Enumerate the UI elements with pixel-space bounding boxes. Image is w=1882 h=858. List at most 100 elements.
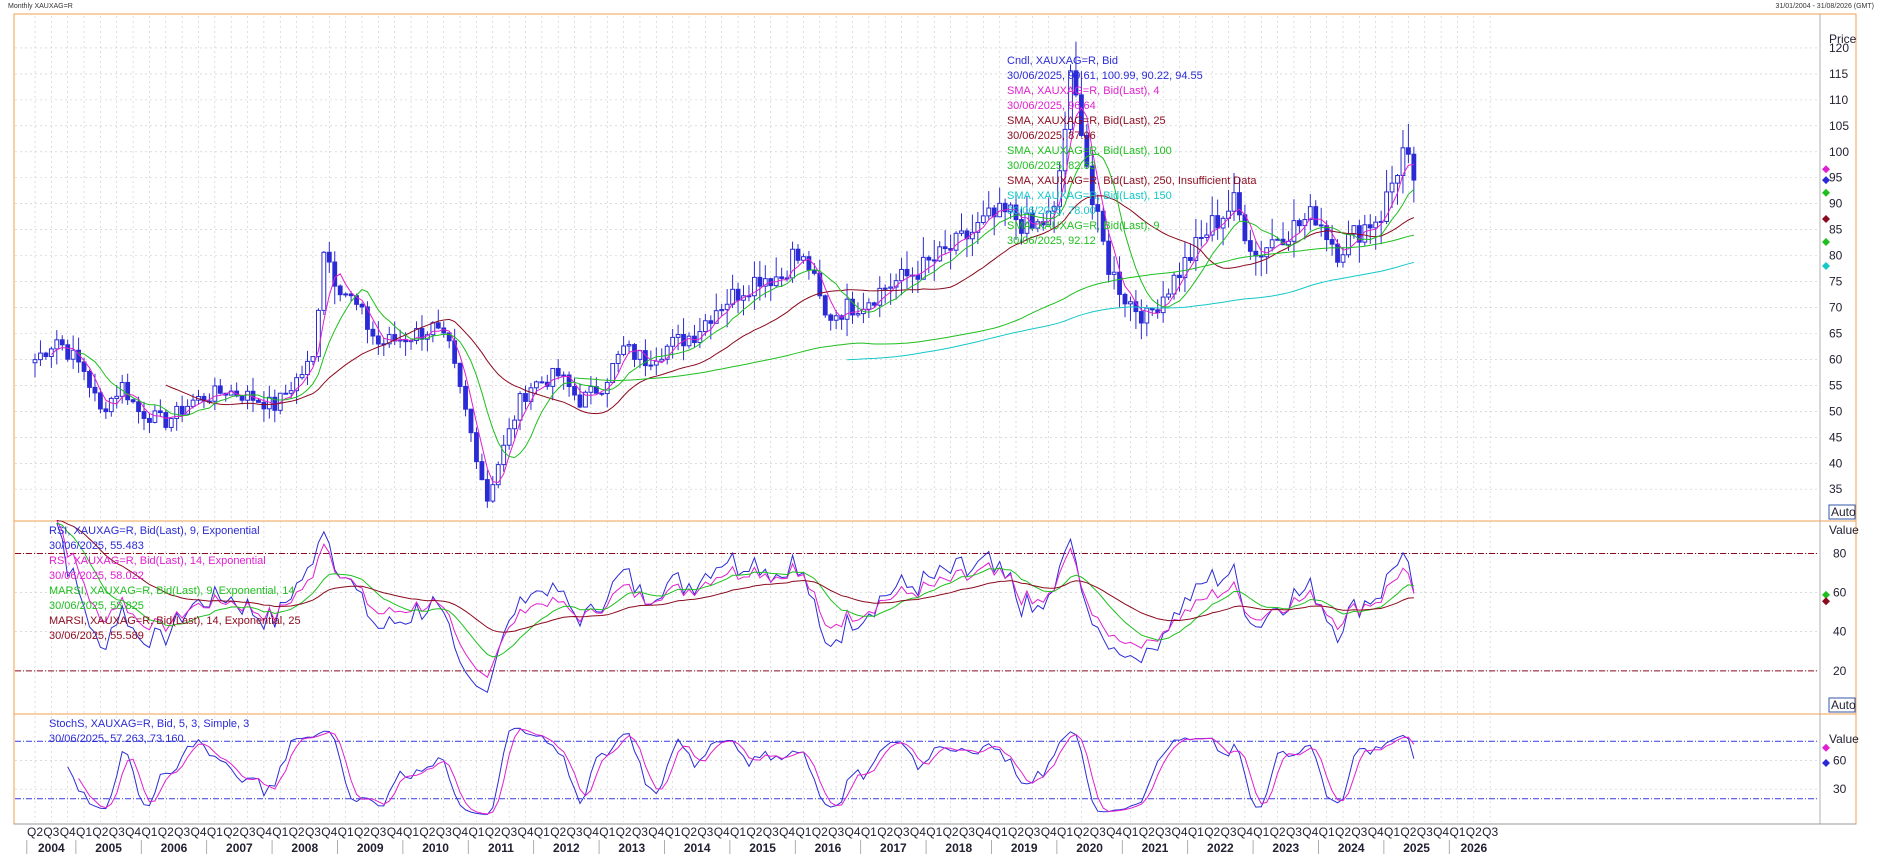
quarter-label: Q1 (1122, 825, 1138, 839)
candle-body (97, 392, 103, 410)
quarter-label: Q1 (76, 825, 92, 839)
candle-body (261, 401, 267, 410)
quarter-label: Q2 (1466, 825, 1482, 839)
price-tick-label: 105 (1829, 119, 1849, 133)
candle-body (125, 381, 131, 401)
candle-body (92, 386, 98, 394)
candle-body (463, 385, 468, 410)
quarter-label: Q3 (697, 825, 713, 839)
quarter-label: Q3 (43, 825, 59, 839)
candle-body (986, 207, 992, 217)
year-label: 2010 (422, 841, 449, 855)
quarter-label: Q3 (370, 825, 386, 839)
price-legend-entry: 30/06/2025, 99.61, 100.99, 90.22, 94.55 (1007, 70, 1203, 82)
price-legend-entry: SMA, XAUXAG=R, Bid(Last), 250, Insuffici… (1007, 175, 1257, 187)
quarter-label: Q3 (501, 825, 517, 839)
year-label: 2007 (226, 841, 253, 855)
candle-body (653, 360, 659, 366)
quarter-label: Q1 (534, 825, 550, 839)
quarter-label: Q1 (272, 825, 288, 839)
quarter-label: Q4 (1106, 825, 1122, 839)
price-tick-label: 90 (1829, 197, 1843, 211)
quarter-label: Q2 (27, 825, 43, 839)
stoch-tick-label: 60 (1833, 753, 1847, 767)
price-panel-frame (13, 13, 1857, 522)
rsi-legend-entry: MARSI, XAUXAG=R, Bid(Last), 9, Exponenti… (49, 585, 294, 597)
candle-body (326, 251, 332, 263)
quarter-label: Q4 (125, 825, 141, 839)
candles[interactable] (32, 41, 1417, 508)
candle-body (561, 374, 567, 377)
quarter-label: Q4 (60, 825, 76, 839)
year-label: 2024 (1338, 841, 1365, 855)
quarter-label: Q4 (517, 825, 533, 839)
candle-body (953, 232, 959, 251)
rsi-lines[interactable] (56, 520, 1415, 694)
candle-body (1149, 307, 1155, 311)
candle-body (359, 303, 365, 308)
candle-body (310, 356, 316, 362)
quarter-label: Q4 (387, 825, 403, 839)
candle-body (490, 484, 496, 502)
candle-body (833, 315, 839, 321)
quarter-label: Q1 (468, 825, 484, 839)
quarter-label: Q3 (1482, 825, 1498, 839)
quarter-label: Q4 (321, 825, 337, 839)
quarter-label: Q2 (289, 825, 305, 839)
quarter-label: Q3 (828, 825, 844, 839)
quarter-label: Q1 (992, 825, 1008, 839)
candle-body (1335, 243, 1340, 263)
stoch-legend-entry: 30/06/2025, 57.263, 73.160 (49, 733, 184, 745)
year-label: 2013 (618, 841, 645, 855)
quarter-label: Q2 (877, 825, 893, 839)
candle-body (942, 246, 948, 250)
year-label: 2012 (553, 841, 580, 855)
candle-body (757, 276, 763, 287)
candle-body (708, 320, 714, 324)
sma-100-marker (1822, 237, 1830, 246)
price-tick-label: 40 (1829, 456, 1843, 470)
candle-body (1340, 254, 1346, 263)
quarter-label: Q3 (240, 825, 256, 839)
candle-body (828, 314, 834, 321)
quarter-label: Q1 (1188, 825, 1204, 839)
candle-body (157, 410, 163, 414)
year-label: 2025 (1403, 841, 1430, 855)
candle-body (539, 381, 545, 384)
year-label: 2008 (291, 841, 318, 855)
rsi-auto-label[interactable]: Auto (1831, 698, 1856, 712)
year-label: 2015 (749, 841, 776, 855)
candle-body (980, 215, 986, 224)
rsi-14-line (56, 520, 1415, 678)
candle-body (305, 360, 310, 376)
candle-body (844, 298, 850, 320)
candle-body (735, 288, 741, 301)
quarter-label: Q2 (485, 825, 501, 839)
quarter-label: Q3 (763, 825, 779, 839)
rsi-legend-entry: 30/06/2025, 55.483 (49, 540, 144, 552)
candle-body (517, 393, 523, 421)
candle-body (1242, 214, 1248, 242)
candle-body (152, 410, 158, 423)
quarter-label: Q4 (1368, 825, 1384, 839)
candle-body (506, 428, 512, 446)
quarter-label: Q2 (1204, 825, 1220, 839)
marsi-25-marker (1822, 597, 1830, 606)
candle-body (65, 344, 71, 360)
quarter-label: Q3 (894, 825, 910, 839)
candle-body (299, 374, 305, 379)
quarter-label: Q3 (1417, 825, 1433, 839)
year-label: 2018 (945, 841, 972, 855)
quarter-label: Q2 (1008, 825, 1024, 839)
candle-body (1318, 224, 1324, 227)
price-legend-entry: 30/06/2025, 78.00 (1007, 205, 1096, 217)
price-auto-label[interactable]: Auto (1831, 505, 1856, 519)
quarter-label: Q2 (1139, 825, 1155, 839)
candle-body (626, 344, 632, 347)
quarter-label: Q3 (567, 825, 583, 839)
rsi-9-line (56, 522, 1415, 694)
chart-canvas[interactable]: 3540455055606570758085909510010511011512… (0, 0, 1882, 858)
sma-9-line (78, 153, 1415, 459)
candle-body (114, 395, 120, 399)
quarter-label: Q3 (1286, 825, 1302, 839)
